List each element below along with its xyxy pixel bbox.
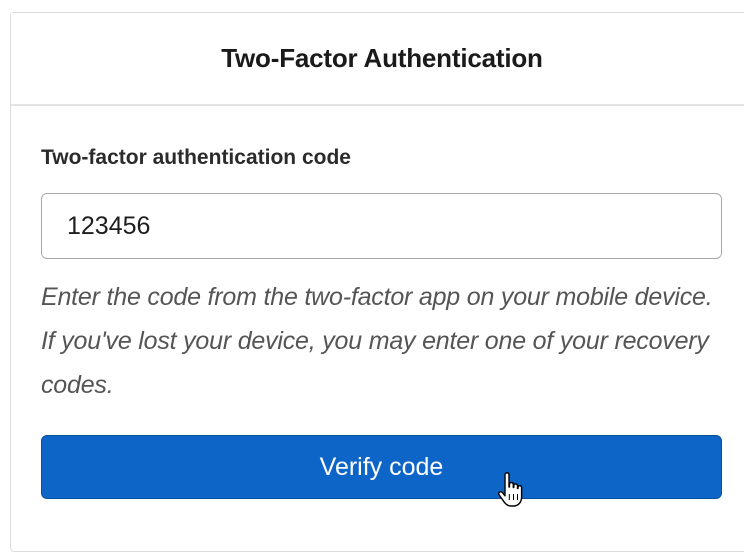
two-factor-card: Two-Factor Authentication Two-factor aut… xyxy=(10,12,744,552)
card-header: Two-Factor Authentication xyxy=(11,13,744,106)
code-field-label: Two-factor authentication code xyxy=(41,146,351,169)
help-text: Enter the code from the two-factor app o… xyxy=(41,283,713,399)
code-input[interactable] xyxy=(41,193,722,259)
verify-code-button[interactable]: Verify code xyxy=(41,435,722,499)
card-title: Two-Factor Authentication xyxy=(221,43,543,73)
